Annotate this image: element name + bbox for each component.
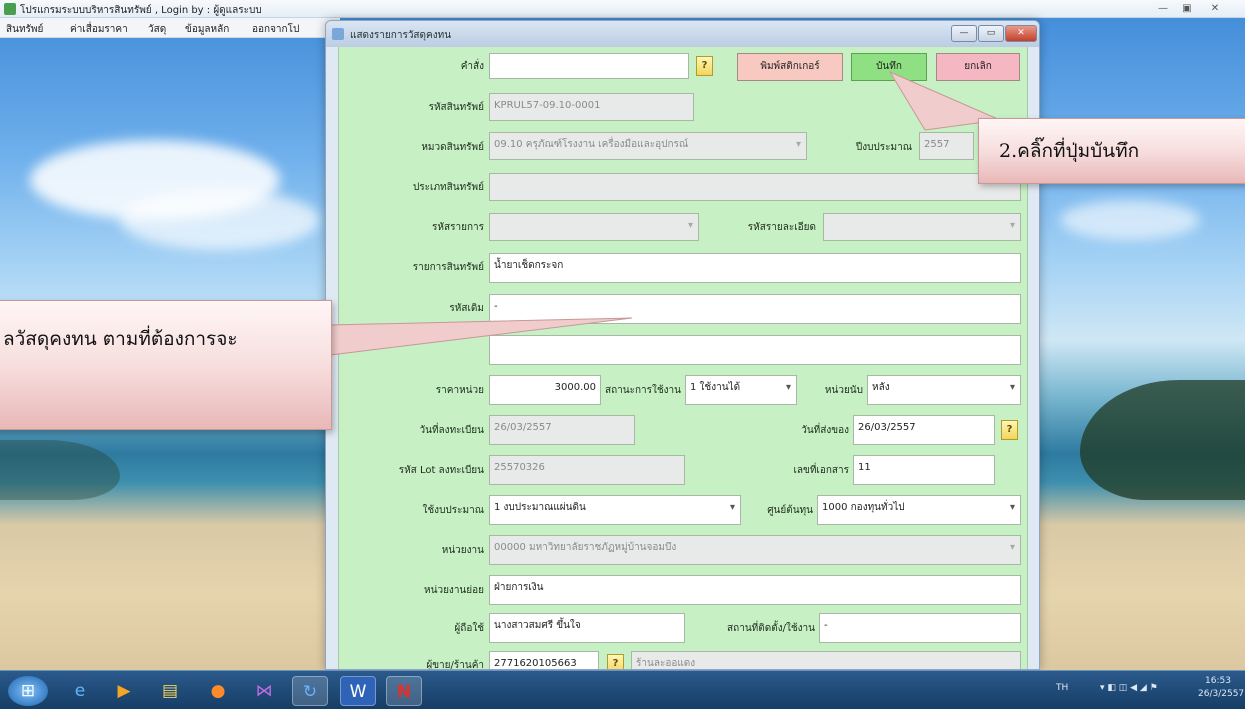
acrobat-icon[interactable]: N (386, 676, 422, 706)
language-indicator[interactable]: TH (1056, 683, 1068, 693)
edit-hint-text: ลวัสดุคงทน ตามที่ต้องการจะ (3, 328, 238, 350)
messenger-icon[interactable]: ⋈ (246, 676, 282, 706)
clock-time[interactable]: 16:53 (1205, 676, 1231, 686)
edit-hint-callout: ลวัสดุคงทน ตามที่ต้องการจะ (0, 300, 332, 430)
save-hint-text: 2.คลิ๊กที่ปุ่มบันทึก (999, 140, 1140, 162)
tray-icons[interactable]: ▾ ◧ ◫ ◀ ◢ ⚑ (1100, 683, 1158, 693)
firefox-icon[interactable]: ● (200, 676, 236, 706)
taskbar: ⊞ e ▶ ▤ ● ⋈ ↻ W N TH ▾ ◧ ◫ ◀ ◢ ⚑ 16:53 2… (0, 670, 1245, 709)
start-button[interactable]: ⊞ (8, 676, 48, 706)
media-player-icon[interactable]: ▶ (106, 676, 142, 706)
app-taskbar-icon[interactable]: ↻ (292, 676, 328, 706)
folder-icon[interactable]: ▤ (152, 676, 188, 706)
save-hint-callout: 2.คลิ๊กที่ปุ่มบันทึก (978, 118, 1245, 184)
ie-icon[interactable]: e (62, 676, 98, 706)
clock-date[interactable]: 26/3/2557 (1198, 689, 1244, 699)
edit-callout-pointer (329, 317, 633, 356)
word-icon[interactable]: W (340, 676, 376, 706)
